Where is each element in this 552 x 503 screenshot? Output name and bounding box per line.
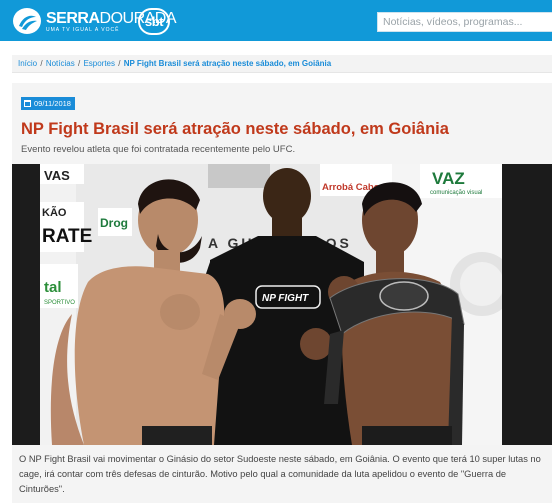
breadcrumb-sports[interactable]: Esportes <box>83 59 115 68</box>
banner-text: VAS <box>44 168 70 183</box>
search-input[interactable] <box>377 12 552 32</box>
banner-text: tal <box>44 279 62 296</box>
shirt-logo: NP FIGHT <box>262 293 309 304</box>
banner-text: Drog <box>100 216 128 230</box>
date-badge: 09/11/2018 <box>21 97 75 110</box>
breadcrumb-separator: / <box>40 59 43 68</box>
banner-text: KÃO <box>42 206 67 219</box>
brand-tagline: UMA TV IGUAL A VOCÊ <box>46 27 120 33</box>
brand-name-bold: SERRA <box>46 10 100 27</box>
banner-text: RATE <box>42 226 92 247</box>
breadcrumb-home[interactable]: Início <box>18 59 37 68</box>
breadcrumb: Início / Notícias / Esportes / NP Fight … <box>12 55 552 73</box>
article-date: 09/11/2018 <box>34 99 71 108</box>
banner-text: comunicação visual <box>430 190 482 196</box>
breadcrumb-news[interactable]: Notícias <box>46 59 75 68</box>
site-header: SERRADOURADA UMA TV IGUAL A VOCÊ sbt <box>0 0 552 41</box>
serra-dourada-logo-icon[interactable] <box>13 8 41 34</box>
article-title: NP Fight Brasil será atração neste sábad… <box>21 120 449 138</box>
breadcrumb-current: NP Fight Brasil será atração neste sábad… <box>123 59 332 68</box>
calendar-icon <box>24 100 31 107</box>
article-body: O NP Fight Brasil vai movimentar o Ginás… <box>19 454 541 494</box>
breadcrumb-separator: / <box>77 59 81 68</box>
article-subtitle: Evento revelou atleta que foi contratada… <box>21 144 296 155</box>
sbt-logo-icon[interactable]: sbt <box>138 8 170 35</box>
article-photo[interactable]: VAS Arrobá Cabo VAZ comunicação visual K… <box>12 164 552 445</box>
banner-text: SPORTIVO <box>44 300 75 306</box>
breadcrumb-separator: / <box>118 59 121 68</box>
banner-text: VAZ <box>432 169 465 188</box>
